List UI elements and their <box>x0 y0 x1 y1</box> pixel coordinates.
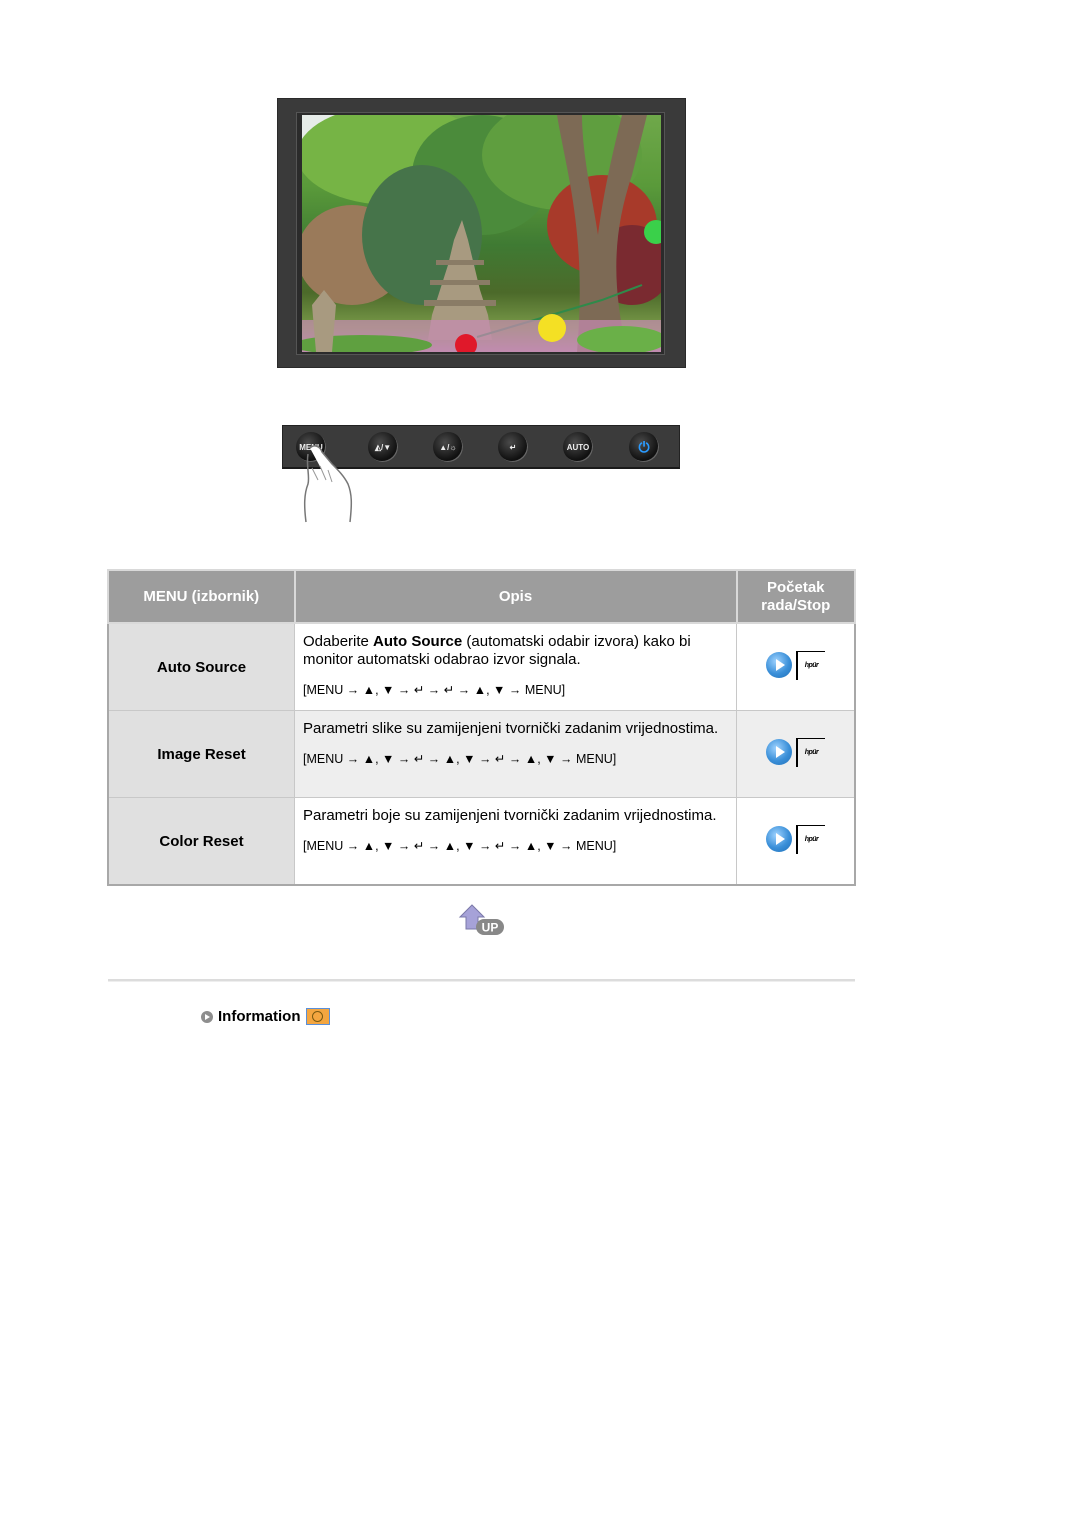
header-start-stop: Početak rada/Stop <box>735 569 856 624</box>
video-thumbnail-icon: hpür <box>796 824 825 854</box>
auto-button-label: AUTO <box>566 442 590 452</box>
scroll-up-button[interactable]: UP <box>458 903 506 937</box>
brightness-up-button[interactable]: ▲/☼ <box>433 432 463 462</box>
play-video-button[interactable]: hpür <box>766 737 825 767</box>
power-icon: ⏻ <box>638 438 650 455</box>
play-icon <box>766 739 792 766</box>
up-brightness-icon: ▲/☼ <box>439 442 457 452</box>
up-label: UP <box>482 921 499 935</box>
row-description: Odaberite Auto Source (automatski odabir… <box>294 622 737 711</box>
brightness-down-button[interactable]: ◭/▼ <box>368 432 398 462</box>
row-description: Parametri boje su zamijenjeni tvornički … <box>294 797 737 886</box>
header-start-stop-line1: Početak <box>766 578 825 596</box>
enter-icon: ↵ <box>509 442 517 452</box>
menu-path: [MENU → ▲, ▼ → ↵ → ▲, ▼ → ↵ → ▲, ▼ → MEN… <box>303 752 617 766</box>
menu-table: MENU (izbornik) Opis Početak rada/Stop A… <box>107 569 856 886</box>
header-description: Opis <box>293 569 738 624</box>
row-action: hpür <box>736 797 856 886</box>
row-name: Auto Source <box>107 622 295 711</box>
play-icon <box>766 652 792 679</box>
power-button[interactable]: ⏻ <box>629 432 659 462</box>
header-start-stop-line2: rada/Stop <box>761 596 831 614</box>
table-row: Image Reset Parametri slike su zamijenje… <box>107 710 856 798</box>
monitor-screen-photo <box>302 115 661 352</box>
enter-button[interactable]: ↵ <box>498 432 528 462</box>
section-divider <box>108 979 855 982</box>
row-action: hpür <box>736 710 856 798</box>
pointing-hand-icon <box>303 445 353 523</box>
circle-arrow-icon <box>201 1010 213 1023</box>
play-video-button[interactable]: hpür <box>766 650 825 680</box>
row-description: Parametri slike su zamijenjeni tvornički… <box>294 710 737 798</box>
magic-bright-down-icon: ◭/▼ <box>374 442 392 452</box>
header-menu: MENU (izbornik) <box>107 569 296 624</box>
table-row: Auto Source Odaberite Auto Source (autom… <box>107 622 856 711</box>
desc-bold: Auto Source <box>373 633 463 650</box>
description-text: Parametri slike su zamijenjeni tvornički… <box>303 720 719 737</box>
row-name: Image Reset <box>107 710 295 798</box>
play-icon <box>766 826 792 853</box>
desc-prefix: Odaberite <box>303 633 374 650</box>
information-link[interactable]: Information <box>201 1008 330 1025</box>
table-row: Color Reset Parametri boje su zamijenjen… <box>107 797 856 886</box>
description-text: Parametri boje su zamijenjeni tvornički … <box>303 807 717 824</box>
auto-button[interactable]: AUTO <box>563 432 593 462</box>
row-action: hpür <box>736 622 856 711</box>
video-thumbnail-icon: hpür <box>796 650 825 680</box>
description-text: Odaberite Auto Source (automatski odabir… <box>303 624 728 669</box>
information-label: Information <box>218 1008 301 1025</box>
clock-icon <box>305 1008 330 1025</box>
play-video-button[interactable]: hpür <box>766 824 825 854</box>
garden-scene <box>302 115 661 352</box>
menu-path: [MENU → ▲, ▼ → ↵ → ↵ → ▲, ▼ → MENU] <box>303 683 566 697</box>
menu-path: [MENU → ▲, ▼ → ↵ → ▲, ▼ → ↵ → ▲, ▼ → MEN… <box>303 839 617 853</box>
row-name: Color Reset <box>107 797 295 886</box>
video-thumbnail-icon: hpür <box>796 737 825 767</box>
